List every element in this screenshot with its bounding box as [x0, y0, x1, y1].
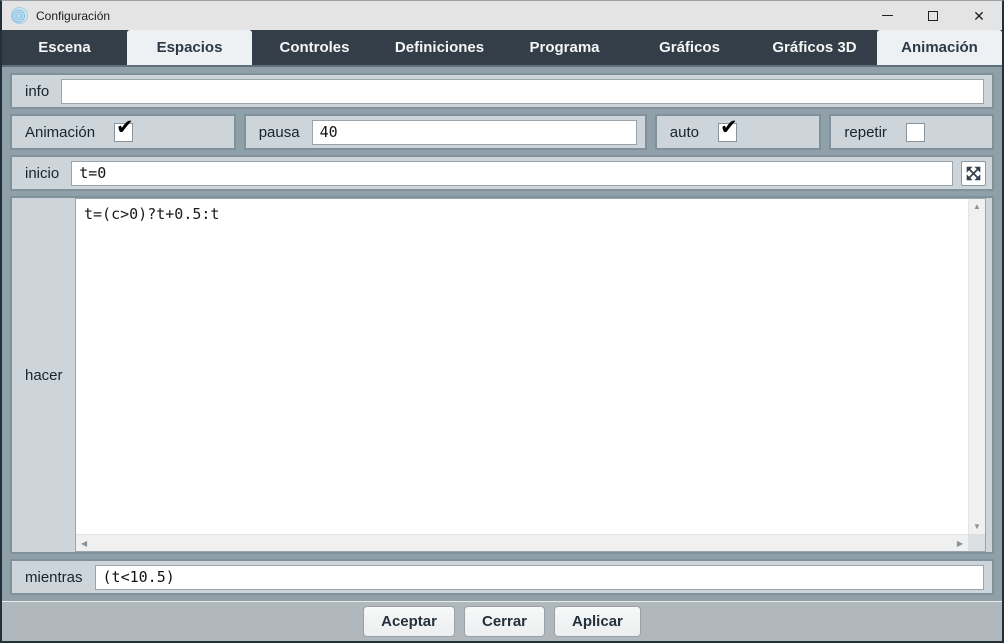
inicio-input[interactable]	[71, 161, 953, 186]
expand-icon	[965, 165, 982, 182]
tab-espacios[interactable]: Espacios	[127, 30, 252, 65]
info-row: info	[10, 73, 994, 109]
scroll-right-icon[interactable]: ▶	[957, 539, 963, 548]
tab-graficos-3d[interactable]: Gráficos 3D	[752, 30, 877, 65]
tab-escena[interactable]: Escena	[2, 30, 127, 65]
repetir-label: repetir	[831, 124, 899, 141]
mientras-input[interactable]	[95, 565, 984, 590]
maximize-button[interactable]	[910, 1, 956, 30]
scroll-left-icon[interactable]: ◀	[81, 539, 87, 548]
auto-checkbox[interactable]: ✔	[718, 123, 737, 142]
inicio-row: inicio	[10, 155, 994, 191]
auto-label: auto	[657, 124, 711, 141]
tabbar: Escena Espacios Controles Definiciones P…	[2, 30, 1002, 65]
auto-box: auto ✔	[655, 114, 822, 150]
animacion-box: Animación ✔	[10, 114, 236, 150]
inicio-label: inicio	[12, 165, 71, 182]
window-controls: ✕	[864, 1, 1002, 30]
tab-animacion[interactable]: Animación	[877, 30, 1002, 65]
tab-label: Gráficos	[659, 39, 720, 56]
animacion-checkbox[interactable]: ✔	[114, 123, 133, 142]
hacer-textarea[interactable]: t=(c>0)?t+0.5:t	[76, 199, 968, 534]
info-label: info	[12, 83, 61, 100]
tab-graficos[interactable]: Gráficos	[627, 30, 752, 65]
dialog-button-strip: Aceptar Cerrar Aplicar	[2, 601, 1002, 641]
animation-options-row: Animación ✔ pausa auto ✔ repetir ✔	[10, 114, 994, 150]
check-icon: ✔	[720, 117, 738, 138]
maximize-icon	[928, 11, 938, 21]
animation-panel: info Animación ✔ pausa auto ✔ r	[2, 65, 1002, 601]
pausa-label: pausa	[246, 124, 312, 141]
scroll-up-icon[interactable]: ▲	[973, 202, 981, 211]
tab-definiciones[interactable]: Definiciones	[377, 30, 502, 65]
hacer-label: hacer	[12, 367, 75, 384]
pausa-box: pausa	[244, 114, 647, 150]
hacer-row: hacer t=(c>0)?t+0.5:t ▲ ▼ ◀ ▶	[10, 196, 994, 554]
titlebar[interactable]: Configuración ✕	[2, 1, 1002, 30]
close-icon: ✕	[973, 9, 985, 23]
tab-label: Gráficos 3D	[772, 39, 856, 56]
horizontal-scrollbar[interactable]: ◀ ▶	[76, 534, 968, 551]
window-title: Configuración	[36, 9, 110, 23]
expand-editor-button[interactable]	[961, 161, 986, 186]
tab-label: Espacios	[157, 39, 223, 56]
close-button[interactable]: ✕	[956, 1, 1002, 30]
tab-label: Definiciones	[395, 39, 484, 56]
tab-label: Programa	[529, 39, 599, 56]
accept-button[interactable]: Aceptar	[363, 606, 455, 637]
check-icon: ✔	[116, 117, 134, 138]
config-window: Configuración ✕ Escena Espacios Controle…	[0, 0, 1004, 643]
scrollbar-corner	[968, 534, 985, 551]
pausa-input[interactable]	[312, 120, 637, 145]
tab-label: Controles	[279, 39, 349, 56]
vertical-scrollbar[interactable]: ▲ ▼	[968, 199, 985, 534]
animacion-label: Animación	[12, 124, 107, 141]
repetir-box: repetir ✔	[829, 114, 994, 150]
app-logo-icon	[11, 7, 28, 24]
scroll-down-icon[interactable]: ▼	[973, 522, 981, 531]
tab-controles[interactable]: Controles	[252, 30, 377, 65]
repetir-checkbox[interactable]: ✔	[906, 123, 925, 142]
close-dialog-button[interactable]: Cerrar	[464, 606, 545, 637]
mientras-row: mientras	[10, 559, 994, 595]
apply-button[interactable]: Aplicar	[554, 606, 641, 637]
tab-label: Escena	[38, 39, 91, 56]
info-input[interactable]	[61, 79, 984, 104]
minimize-icon	[882, 15, 893, 16]
hacer-editor: t=(c>0)?t+0.5:t ▲ ▼ ◀ ▶	[75, 198, 986, 552]
tab-programa[interactable]: Programa	[502, 30, 627, 65]
mientras-label: mientras	[12, 569, 95, 586]
tab-label: Animación	[901, 39, 978, 56]
minimize-button[interactable]	[864, 1, 910, 30]
